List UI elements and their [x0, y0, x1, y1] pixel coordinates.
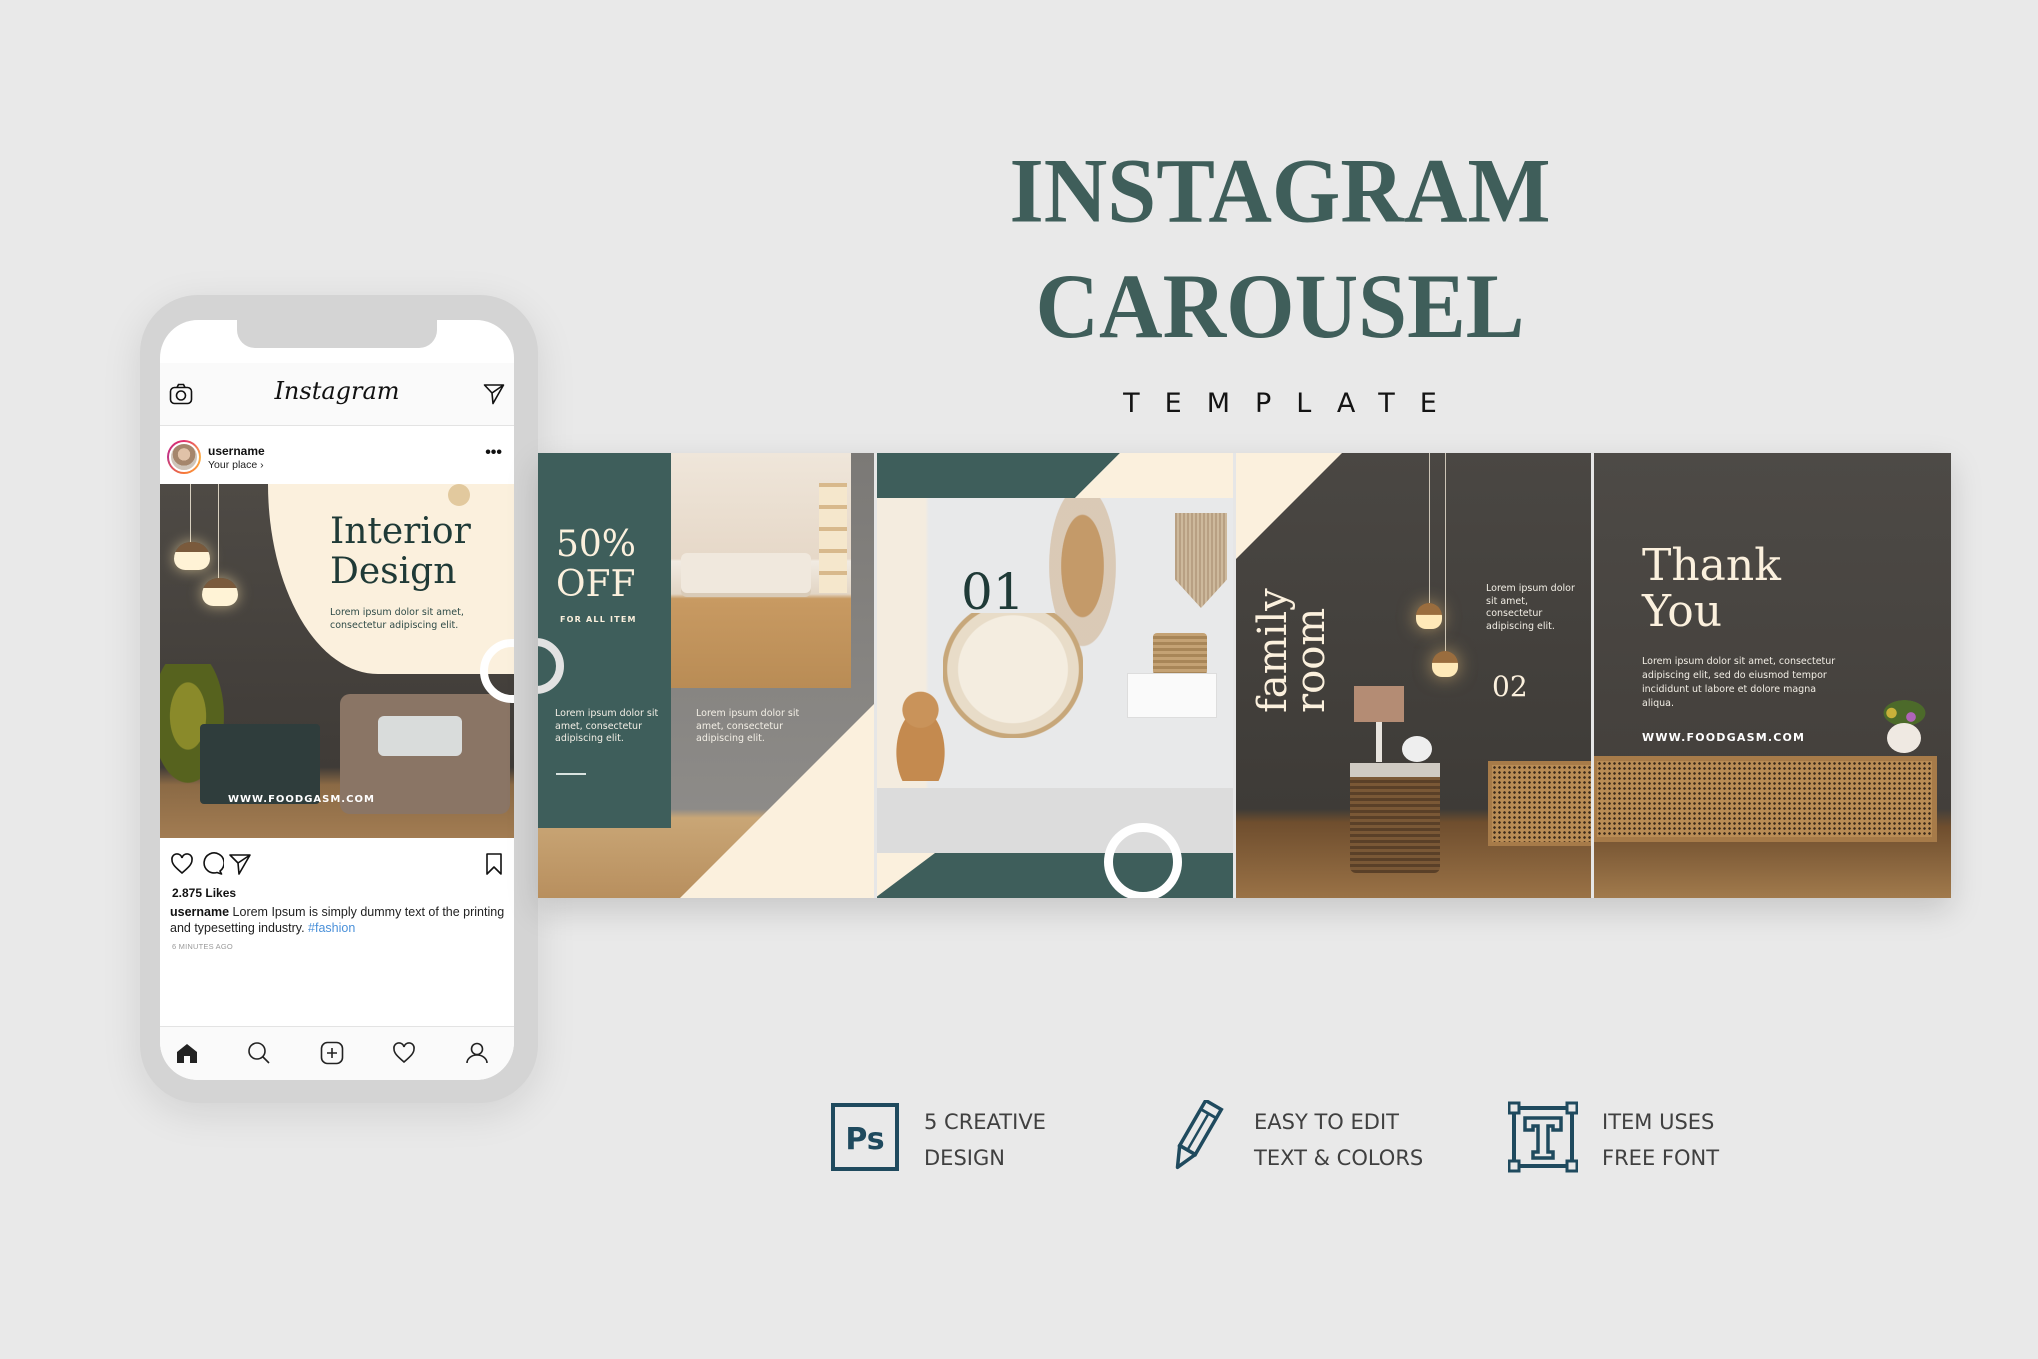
carousel-slide-4[interactable]: Thank You Lorem ipsum dolor sit amet, con…	[1592, 453, 1951, 898]
feature-label: 5 CREATIVE DESIGN	[924, 1110, 1046, 1170]
post-url: WWW.FOODGASM.COM	[228, 794, 375, 805]
pendant-lamp	[174, 542, 210, 570]
page-subtitle: TEMPLATE	[1123, 388, 1462, 419]
plant-pot	[1402, 736, 1432, 762]
discount-headline: 50% OFF	[556, 524, 637, 605]
cabinet-decor	[200, 724, 320, 804]
pendant-lamp	[202, 578, 238, 606]
post-image[interactable]: Interior Design Lorem ipsum dolor sit ame…	[160, 484, 514, 838]
slide-number: 01	[961, 563, 1025, 621]
slide-shapes	[875, 453, 1234, 898]
phone-mockup: Instagram username Your place › ••• Inte…	[140, 295, 538, 1103]
post-timestamp: 6 MINUTES AGO	[172, 942, 233, 951]
home-icon[interactable]	[175, 1041, 199, 1065]
vertical-title: family room	[1250, 588, 1334, 713]
carousel-slide-1[interactable]: 50% OFF FOR ALL ITEM Lorem ipsum dolor si…	[538, 453, 875, 898]
table-lamp-base	[1376, 722, 1382, 762]
lamp-cord	[218, 484, 219, 579]
carousel-preview: 50% OFF FOR ALL ITEM Lorem ipsum dolor si…	[538, 453, 1951, 898]
pendant-lamp	[1432, 651, 1458, 677]
phone-screen: Instagram username Your place › ••• Inte…	[160, 320, 514, 1080]
vase	[1887, 723, 1921, 753]
carousel-slide-3[interactable]: family room Lorem ipsum dolor sit amet, …	[1234, 453, 1592, 898]
slide-body-right: Lorem ipsum dolor sit amet, consectetur …	[696, 708, 800, 744]
slide-divider	[874, 453, 877, 898]
slide-divider	[1591, 453, 1594, 898]
share-icon[interactable]	[228, 852, 252, 876]
slide-body: Lorem ipsum dolor sit amet, consectetur …	[1486, 583, 1575, 632]
post-title: Interior Design	[330, 511, 471, 592]
post-caption: username Lorem Ipsum is simply dummy tex…	[170, 904, 510, 936]
lamp-cord	[190, 484, 191, 544]
headline: INSTAGRAM CAROUSEL TEMPLATE	[790, 140, 1770, 419]
slide-number: 02	[1492, 670, 1528, 703]
post-body: Lorem ipsum dolor sit amet, consectetur …	[330, 607, 464, 631]
hashtag-link[interactable]: #fashion	[308, 921, 355, 935]
post-actions	[160, 838, 514, 884]
post-location[interactable]: Your place ›	[208, 459, 264, 471]
add-post-icon[interactable]	[320, 1041, 344, 1065]
activity-heart-icon[interactable]	[392, 1041, 416, 1065]
photoshop-icon: Ps	[831, 1103, 899, 1171]
caption-username[interactable]: username	[170, 905, 229, 919]
lamp-cord	[1429, 453, 1430, 603]
thank-you-title: Thank You	[1642, 540, 1781, 637]
slide-url: WWW.FOODGASM.COM	[1642, 731, 1806, 744]
lamp-cord	[1445, 453, 1446, 653]
likes-count: 2.875 Likes	[172, 886, 237, 900]
instagram-header: Instagram	[160, 363, 514, 426]
phone-notch	[237, 320, 437, 348]
sideboard	[1488, 761, 1592, 846]
slide-divider	[1233, 453, 1236, 898]
ring-shape	[1104, 823, 1182, 898]
cream-triangle	[680, 703, 875, 898]
discount-subhead: FOR ALL ITEM	[560, 615, 637, 624]
feature-label: ITEM USES FREE FONT	[1602, 1110, 1720, 1170]
slide-body: Lorem ipsum dolor sit amet, consectetur …	[1642, 656, 1836, 709]
bottom-tab-bar	[160, 1026, 514, 1080]
sideboard	[1592, 756, 1937, 842]
comment-icon[interactable]	[200, 852, 224, 876]
feature-list: Ps 5 CREATIVE DESIGN EASY TO EDIT TEXT & C…	[830, 1090, 1770, 1190]
bookmark-icon[interactable]	[482, 852, 506, 876]
heart-icon[interactable]	[170, 852, 194, 876]
pendant-lamp	[1416, 603, 1442, 629]
more-options-icon[interactable]: •••	[485, 444, 502, 462]
font-icon	[1508, 1101, 1578, 1173]
svg-text:Ps: Ps	[845, 1122, 884, 1157]
page-title: INSTAGRAM CAROUSEL	[1009, 140, 1551, 359]
wicker-basket	[1350, 763, 1440, 873]
pencil-icon	[1175, 1100, 1224, 1170]
divider-line	[556, 773, 586, 775]
slide-body-left: Lorem ipsum dolor sit amet, consectetur …	[555, 708, 659, 744]
table-lamp	[1354, 686, 1404, 722]
direct-send-icon[interactable]	[483, 383, 505, 405]
avatar[interactable]	[167, 440, 201, 474]
instagram-logo: Instagram	[274, 377, 400, 405]
post-username[interactable]: username	[208, 444, 265, 458]
profile-icon[interactable]	[465, 1041, 489, 1065]
accent-dot	[448, 484, 470, 506]
feature-label: EASY TO EDIT TEXT & COLORS	[1254, 1110, 1424, 1170]
search-icon[interactable]	[247, 1041, 271, 1065]
carousel-slide-2[interactable]: 01	[875, 453, 1234, 898]
post-header: username Your place › •••	[160, 426, 514, 484]
